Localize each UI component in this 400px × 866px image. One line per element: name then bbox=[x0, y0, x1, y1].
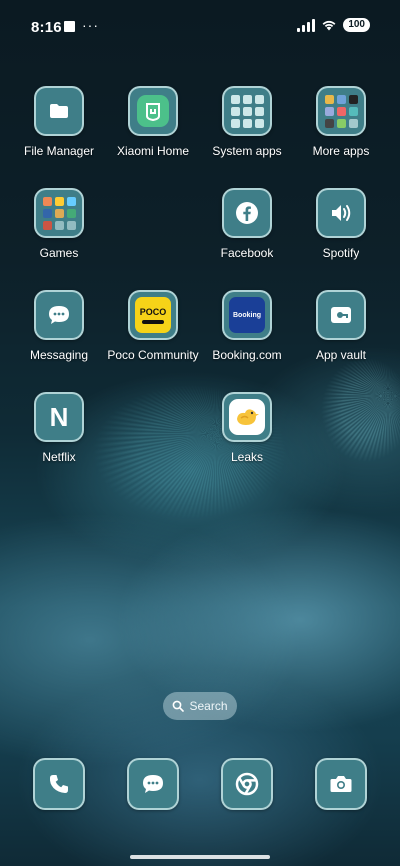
dock-camera[interactable] bbox=[294, 758, 388, 810]
games-folder-icon bbox=[34, 188, 84, 238]
app-netflix[interactable]: N Netflix bbox=[12, 392, 106, 464]
app-label: Leaks bbox=[230, 450, 264, 464]
more-apps-folder-icon bbox=[316, 86, 366, 136]
app-messaging[interactable]: Messaging bbox=[12, 290, 106, 362]
signal-icon bbox=[297, 18, 316, 32]
folder-system-apps[interactable]: System apps bbox=[200, 86, 294, 158]
speaker-icon bbox=[316, 188, 366, 238]
camera-icon bbox=[315, 758, 367, 810]
app-label: Games bbox=[39, 246, 79, 260]
app-label: Messaging bbox=[29, 348, 89, 362]
folder-icon bbox=[34, 86, 84, 136]
wifi-icon bbox=[321, 19, 337, 31]
search-icon bbox=[173, 700, 185, 712]
folder-more-apps[interactable]: More apps bbox=[294, 86, 388, 158]
app-xiaomi-home[interactable]: Xiaomi Home bbox=[106, 86, 200, 158]
battery-indicator: 100 bbox=[343, 18, 370, 32]
app-label: Xiaomi Home bbox=[116, 144, 190, 158]
message-bubble-icon bbox=[127, 758, 179, 810]
app-booking[interactable]: Booking Booking.com bbox=[200, 290, 294, 362]
folder-games[interactable]: Games bbox=[12, 188, 106, 260]
clock: 8:16 bbox=[31, 19, 62, 36]
poco-logo-text: POCO bbox=[139, 306, 167, 317]
notification-square-icon bbox=[64, 21, 75, 32]
app-poco-community[interactable]: POCO Poco Community bbox=[106, 290, 200, 362]
app-spotify[interactable]: Spotify bbox=[294, 188, 388, 260]
search-button[interactable]: Search bbox=[163, 692, 237, 720]
app-leaks[interactable]: Leaks bbox=[200, 392, 294, 464]
home-indicator[interactable] bbox=[130, 855, 270, 859]
xiaomi-home-icon bbox=[128, 86, 178, 136]
leaks-icon bbox=[222, 392, 272, 442]
status-icons: 100 bbox=[297, 18, 370, 32]
app-label: Spotify bbox=[322, 246, 360, 260]
dock-messaging[interactable] bbox=[106, 758, 200, 810]
dock-phone[interactable] bbox=[12, 758, 106, 810]
chrome-icon bbox=[221, 758, 273, 810]
booking-icon: Booking bbox=[222, 290, 272, 340]
app-label: App vault bbox=[315, 348, 367, 362]
app-vault[interactable]: App vault bbox=[294, 290, 388, 362]
netflix-icon: N bbox=[34, 392, 84, 442]
app-label: File Manager bbox=[23, 144, 95, 158]
app-file-manager[interactable]: File Manager bbox=[12, 86, 106, 158]
dock-chrome[interactable] bbox=[200, 758, 294, 810]
app-label: Facebook bbox=[220, 246, 274, 260]
status-bar: 8:16 ··· 100 bbox=[0, 0, 400, 52]
system-apps-folder-icon bbox=[222, 86, 272, 136]
app-facebook[interactable]: Facebook bbox=[200, 188, 294, 260]
poco-logo-underline bbox=[142, 319, 164, 324]
search-label: Search bbox=[189, 699, 228, 713]
app-vault-icon bbox=[316, 290, 366, 340]
app-label: Poco Community bbox=[107, 348, 199, 362]
booking-logo-text: Booking bbox=[233, 311, 261, 319]
poco-community-icon: POCO bbox=[128, 290, 178, 340]
facebook-icon bbox=[222, 188, 272, 238]
app-label: Netflix bbox=[42, 450, 76, 464]
app-label: System apps bbox=[212, 144, 282, 158]
netflix-logo-text: N bbox=[49, 402, 69, 432]
app-label: More apps bbox=[312, 144, 370, 158]
app-label: Booking.com bbox=[212, 348, 282, 362]
message-bubble-icon bbox=[34, 290, 84, 340]
more-notifications-icon: ··· bbox=[82, 17, 99, 33]
phone-icon bbox=[33, 758, 85, 810]
